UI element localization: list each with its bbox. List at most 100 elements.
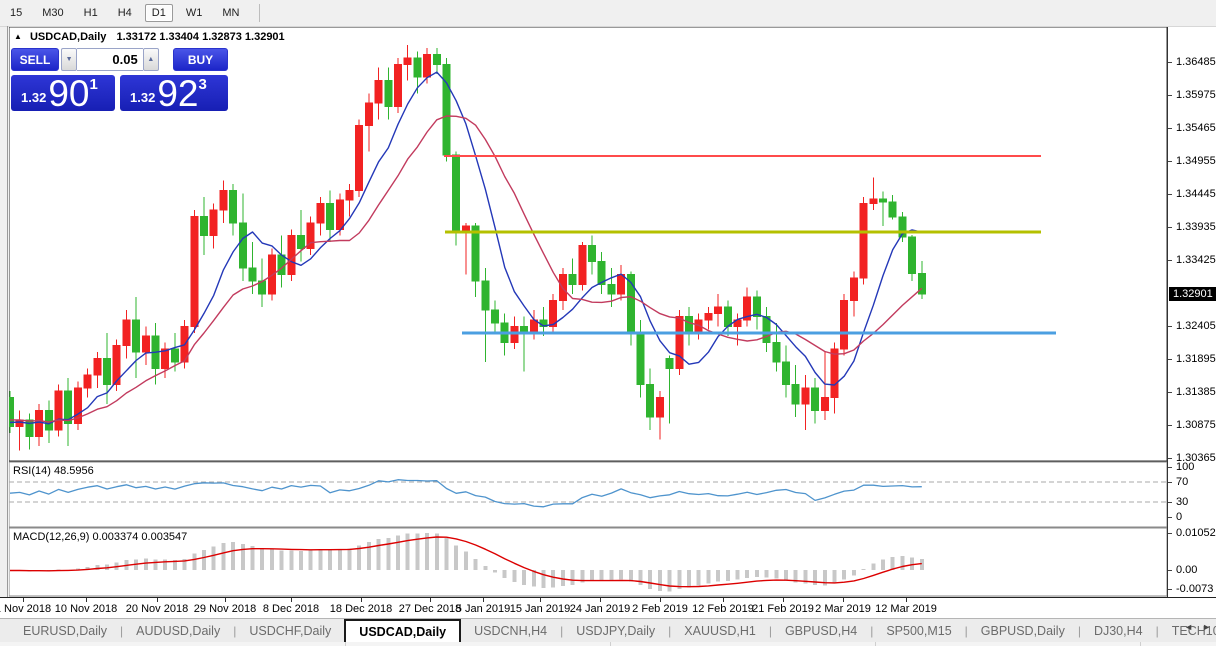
candle-body (133, 320, 140, 352)
candle-body (802, 388, 809, 404)
current-price-tag: 1.32901 (1169, 287, 1216, 301)
bid-price-pips: 90 (48, 75, 89, 111)
macd-bar (163, 559, 167, 570)
tab-gbpusd-daily[interactable]: GBPUSD,Daily (968, 619, 1078, 642)
tab-scroll-right-icon[interactable]: ► (1202, 622, 1211, 632)
tab-usdcad-daily[interactable]: USDCAD,Daily (344, 619, 461, 642)
macd-bar (629, 570, 633, 581)
macd-bar (154, 559, 158, 570)
macd-bar (648, 570, 652, 589)
price-axis-label: 1.31385 (1176, 386, 1216, 399)
macd-bar (542, 570, 546, 588)
tab-audusd-daily[interactable]: AUDUSD,Daily (123, 619, 233, 642)
rsi-axis-label: 100 (1176, 461, 1194, 474)
macd-bar (231, 542, 235, 570)
price-axis-label: 1.36485 (1176, 56, 1216, 69)
price-axis[interactable]: 1.364851.359751.354651.349551.344451.339… (1167, 27, 1216, 597)
collapse-chart-icon[interactable]: ▲ (14, 32, 22, 41)
macd-bar (881, 559, 885, 570)
tab-scroll-left-icon[interactable]: ◄ (1184, 622, 1193, 632)
axis-tick (1168, 458, 1172, 459)
price-axis-label: 1.33935 (1176, 221, 1216, 234)
volume-decrease-button[interactable]: ▼ (61, 48, 77, 71)
tab-dj30-h4[interactable]: DJ30,H4 (1081, 619, 1156, 642)
trading-terminal: 15M30H1H4D1W1MN ▲ USDCAD,Daily 1.33172 1… (0, 0, 1216, 646)
macd-bar (338, 549, 342, 570)
volume-input[interactable]: 0.05 (77, 48, 142, 71)
price-axis-label: 1.31895 (1176, 353, 1216, 366)
macd-bar (328, 550, 332, 570)
bid-price-prefix: 1.32 (21, 90, 46, 105)
candle-body (850, 278, 857, 301)
tab-eurusd-daily[interactable]: EURUSD,Daily (10, 619, 120, 642)
axis-tick (1168, 326, 1172, 327)
macd-bar (202, 550, 206, 570)
candle-body (414, 58, 421, 77)
candle-body (433, 55, 440, 65)
candle-body (589, 245, 596, 261)
price-axis-label: 1.33425 (1176, 254, 1216, 267)
candle-body (55, 391, 62, 430)
tab-usdjpy-daily[interactable]: USDJPY,Daily (563, 619, 668, 642)
candle-body (579, 245, 586, 284)
candle-body (288, 236, 295, 275)
tab-usdchf-daily[interactable]: USDCHF,Daily (236, 619, 344, 642)
buy-price-display[interactable]: 1.32 92 3 (120, 75, 228, 111)
date-tick (483, 598, 484, 602)
date-axis-label: 2 Mar 2019 (815, 603, 871, 615)
date-axis-label: 18 Dec 2018 (330, 603, 392, 615)
axis-tick (1168, 128, 1172, 129)
macd-bar (755, 570, 759, 577)
chevron-down-icon: ▼ (66, 56, 73, 63)
price-axis-label: 1.32405 (1176, 320, 1216, 333)
macd-bar (299, 551, 303, 570)
date-axis-label: 29 Nov 2018 (194, 603, 256, 615)
timeframe-button-w1[interactable]: W1 (179, 4, 210, 22)
candle-body (870, 199, 877, 204)
date-axis[interactable]: 1 Nov 201810 Nov 201820 Nov 201829 Nov 2… (0, 597, 1216, 619)
date-axis-label: 15 Jan 2019 (510, 603, 571, 615)
chart-symbol-label: USDCAD,Daily (30, 31, 106, 43)
axis-tick (1168, 95, 1172, 96)
timeframe-button-d1[interactable]: D1 (145, 4, 173, 22)
tab-sp500-m15[interactable]: SP500,M15 (873, 619, 964, 642)
axis-tick (1168, 533, 1172, 534)
candle-body (763, 317, 770, 343)
candle-body (191, 216, 198, 326)
candle-body (889, 202, 896, 217)
candle-body (45, 410, 52, 429)
macd-bar (377, 539, 381, 570)
tab-xauusd-h1[interactable]: XAUUSD,H1 (671, 619, 769, 642)
timeframe-button-m30[interactable]: M30 (35, 4, 70, 22)
price-axis-label: 1.35465 (1176, 122, 1216, 135)
date-tick (540, 598, 541, 602)
candle-body (220, 190, 227, 209)
axis-tick (1168, 161, 1172, 162)
macd-bar (813, 570, 817, 585)
sell-button[interactable]: SELL (11, 48, 59, 71)
volume-increase-button[interactable]: ▲ (143, 48, 159, 71)
timeframe-button-15[interactable]: 15 (3, 4, 29, 22)
volume-stepper: ▼ 0.05 ▲ (61, 48, 159, 71)
rsi-indicator-label: RSI(14) 48.5956 (13, 465, 94, 477)
macd-axis-label: 0.010525 (1176, 527, 1216, 540)
status-strip-divider (1140, 642, 1141, 646)
candle-body (443, 64, 450, 155)
timeframe-button-h4[interactable]: H4 (111, 4, 139, 22)
buy-button[interactable]: BUY (173, 48, 228, 71)
timeframe-button-mn[interactable]: MN (215, 4, 246, 22)
tab-usdcnh-h4[interactable]: USDCNH,H4 (461, 619, 560, 642)
date-tick (723, 598, 724, 602)
price-axis-label: 1.34445 (1176, 188, 1216, 201)
candle-body (686, 317, 693, 333)
macd-bar (280, 551, 284, 570)
one-click-trading-panel: SELL ▼ 0.05 ▲ BUY 1.32 90 1 1.32 92 3 (11, 48, 228, 111)
sell-price-display[interactable]: 1.32 90 1 (11, 75, 115, 111)
timeframe-button-h1[interactable]: H1 (77, 4, 105, 22)
candle-body (230, 190, 237, 222)
candle-body (608, 284, 615, 294)
macd-bar (386, 538, 390, 570)
macd-bar (862, 569, 866, 570)
tab-gbpusd-h4[interactable]: GBPUSD,H4 (772, 619, 870, 642)
date-tick (361, 598, 362, 602)
